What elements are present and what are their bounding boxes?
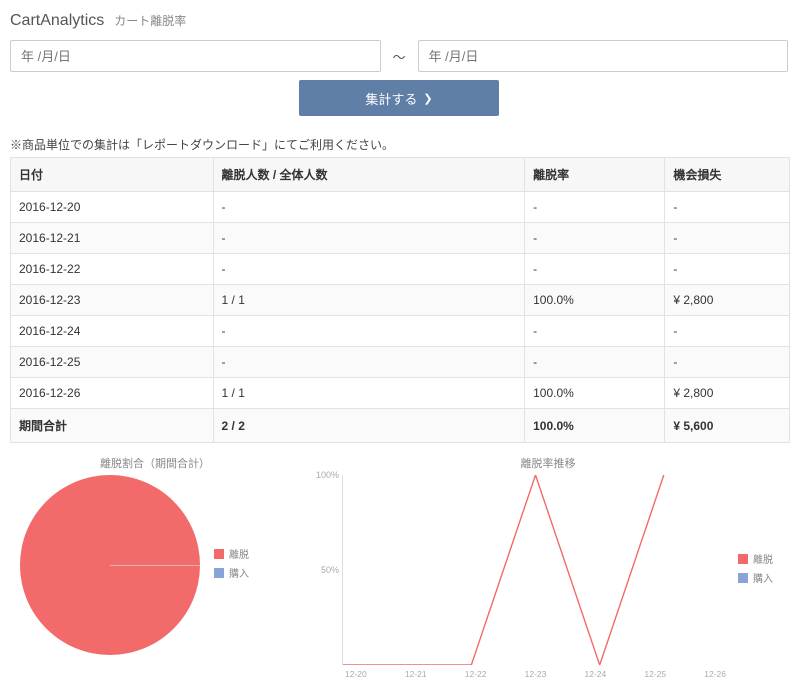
legend-swatch-blue <box>214 568 224 578</box>
ytick-100: 100% <box>316 470 339 480</box>
pie-chart-title: 離脱割合（期間合計） <box>10 455 300 471</box>
cell-date: 2016-12-24 <box>11 316 214 347</box>
cell-date: 2016-12-21 <box>11 223 214 254</box>
header: CartAnalytics カート離脱率 <box>0 0 798 40</box>
cell-count: 2 / 2 <box>213 409 525 443</box>
cell-date: 2016-12-22 <box>11 254 214 285</box>
cell-count: 1 / 1 <box>213 378 525 409</box>
cell-rate: 100.0% <box>525 285 665 316</box>
aggregate-button[interactable]: 集計する ❯ <box>299 80 499 116</box>
cell-rate: - <box>525 223 665 254</box>
date-to-input[interactable] <box>418 40 789 72</box>
line-plot-area: 12-2012-2112-2212-2312-2412-2512-26 <box>342 475 728 665</box>
cell-count: - <box>213 192 525 223</box>
cell-loss: - <box>665 347 790 378</box>
x-ticks: 12-20 12-21 12-22 12-23 12-24 12-25 12-26 <box>343 669 728 679</box>
th-date: 日付 <box>11 158 214 192</box>
filter-bar: 〜 <box>0 40 798 80</box>
cell-date: 2016-12-25 <box>11 347 214 378</box>
table-row-total: 期間合計2 / 2100.0%¥ 5,600 <box>11 409 790 443</box>
pie-legend: 離脱 購入 <box>214 546 249 584</box>
cell-rate: 100.0% <box>525 378 665 409</box>
date-range-separator: 〜 <box>393 47 406 66</box>
cell-count: - <box>213 254 525 285</box>
legend-item-purchase-2: 購入 <box>738 570 788 585</box>
cell-rate: - <box>525 316 665 347</box>
legend-label-exit: 離脱 <box>229 546 249 561</box>
charts-area: 離脱割合（期間合計） 離脱 購入 離脱率推移 100% 50% <box>0 455 798 679</box>
cell-count: - <box>213 347 525 378</box>
cell-date: 2016-12-23 <box>11 285 214 316</box>
table-row: 2016-12-231 / 1100.0%¥ 2,800 <box>11 285 790 316</box>
cell-date: 2016-12-20 <box>11 192 214 223</box>
cell-rate: - <box>525 192 665 223</box>
legend-label-exit-2: 離脱 <box>753 551 773 566</box>
x-tick: 12-22 <box>465 669 487 679</box>
legend-swatch-red <box>214 549 224 559</box>
legend-item-purchase: 購入 <box>214 565 249 580</box>
legend-swatch-blue-2 <box>738 573 748 583</box>
line-legend: 離脱 購入 <box>728 475 788 665</box>
line-svg <box>343 475 728 665</box>
cell-count: - <box>213 316 525 347</box>
cell-loss: - <box>665 192 790 223</box>
table-row: 2016-12-20--- <box>11 192 790 223</box>
th-count: 離脱人数 / 全体人数 <box>213 158 525 192</box>
cell-loss: ¥ 2,800 <box>665 378 790 409</box>
cell-rate: - <box>525 254 665 285</box>
cell-rate: 100.0% <box>525 409 665 443</box>
legend-swatch-red-2 <box>738 554 748 564</box>
cell-loss: - <box>665 254 790 285</box>
x-tick: 12-25 <box>644 669 666 679</box>
x-tick: 12-24 <box>585 669 607 679</box>
cell-count: 1 / 1 <box>213 285 525 316</box>
cell-loss: ¥ 2,800 <box>665 285 790 316</box>
app-name: CartAnalytics <box>10 12 104 30</box>
table-row: 2016-12-261 / 1100.0%¥ 2,800 <box>11 378 790 409</box>
table-row: 2016-12-25--- <box>11 347 790 378</box>
cell-date: 2016-12-26 <box>11 378 214 409</box>
x-tick: 12-20 <box>345 669 367 679</box>
results-table: 日付 離脱人数 / 全体人数 離脱率 機会損失 2016-12-20---201… <box>10 157 790 443</box>
cell-date: 期間合計 <box>11 409 214 443</box>
table-row: 2016-12-21--- <box>11 223 790 254</box>
legend-item-exit-2: 離脱 <box>738 551 788 566</box>
line-chart-title: 離脱率推移 <box>308 455 788 471</box>
table-row: 2016-12-24--- <box>11 316 790 347</box>
ytick-50: 50% <box>321 565 339 575</box>
legend-label-purchase-2: 購入 <box>753 570 773 585</box>
aggregate-button-label: 集計する <box>365 89 417 108</box>
pie-graphic <box>20 475 200 655</box>
x-tick: 12-26 <box>704 669 726 679</box>
pie-chart: 離脱割合（期間合計） 離脱 購入 <box>10 455 300 665</box>
cell-loss: - <box>665 223 790 254</box>
x-tick: 12-23 <box>525 669 547 679</box>
chevron-right-icon: ❯ <box>423 92 432 105</box>
cell-rate: - <box>525 347 665 378</box>
note-text: ※商品単位での集計は「レポートダウンロード」にてご利用ください。 <box>0 136 798 157</box>
date-from-input[interactable] <box>10 40 381 72</box>
cell-loss: ¥ 5,600 <box>665 409 790 443</box>
th-loss: 機会損失 <box>665 158 790 192</box>
legend-label-purchase: 購入 <box>229 565 249 580</box>
cell-count: - <box>213 223 525 254</box>
x-tick: 12-21 <box>405 669 427 679</box>
th-rate: 離脱率 <box>525 158 665 192</box>
legend-item-exit: 離脱 <box>214 546 249 561</box>
page-title: カート離脱率 <box>114 12 186 29</box>
line-chart: 離脱率推移 100% 50% 12-2012-2112-2212-2312-24… <box>308 455 788 665</box>
table-row: 2016-12-22--- <box>11 254 790 285</box>
cell-loss: - <box>665 316 790 347</box>
pie-radius-line <box>110 565 200 566</box>
